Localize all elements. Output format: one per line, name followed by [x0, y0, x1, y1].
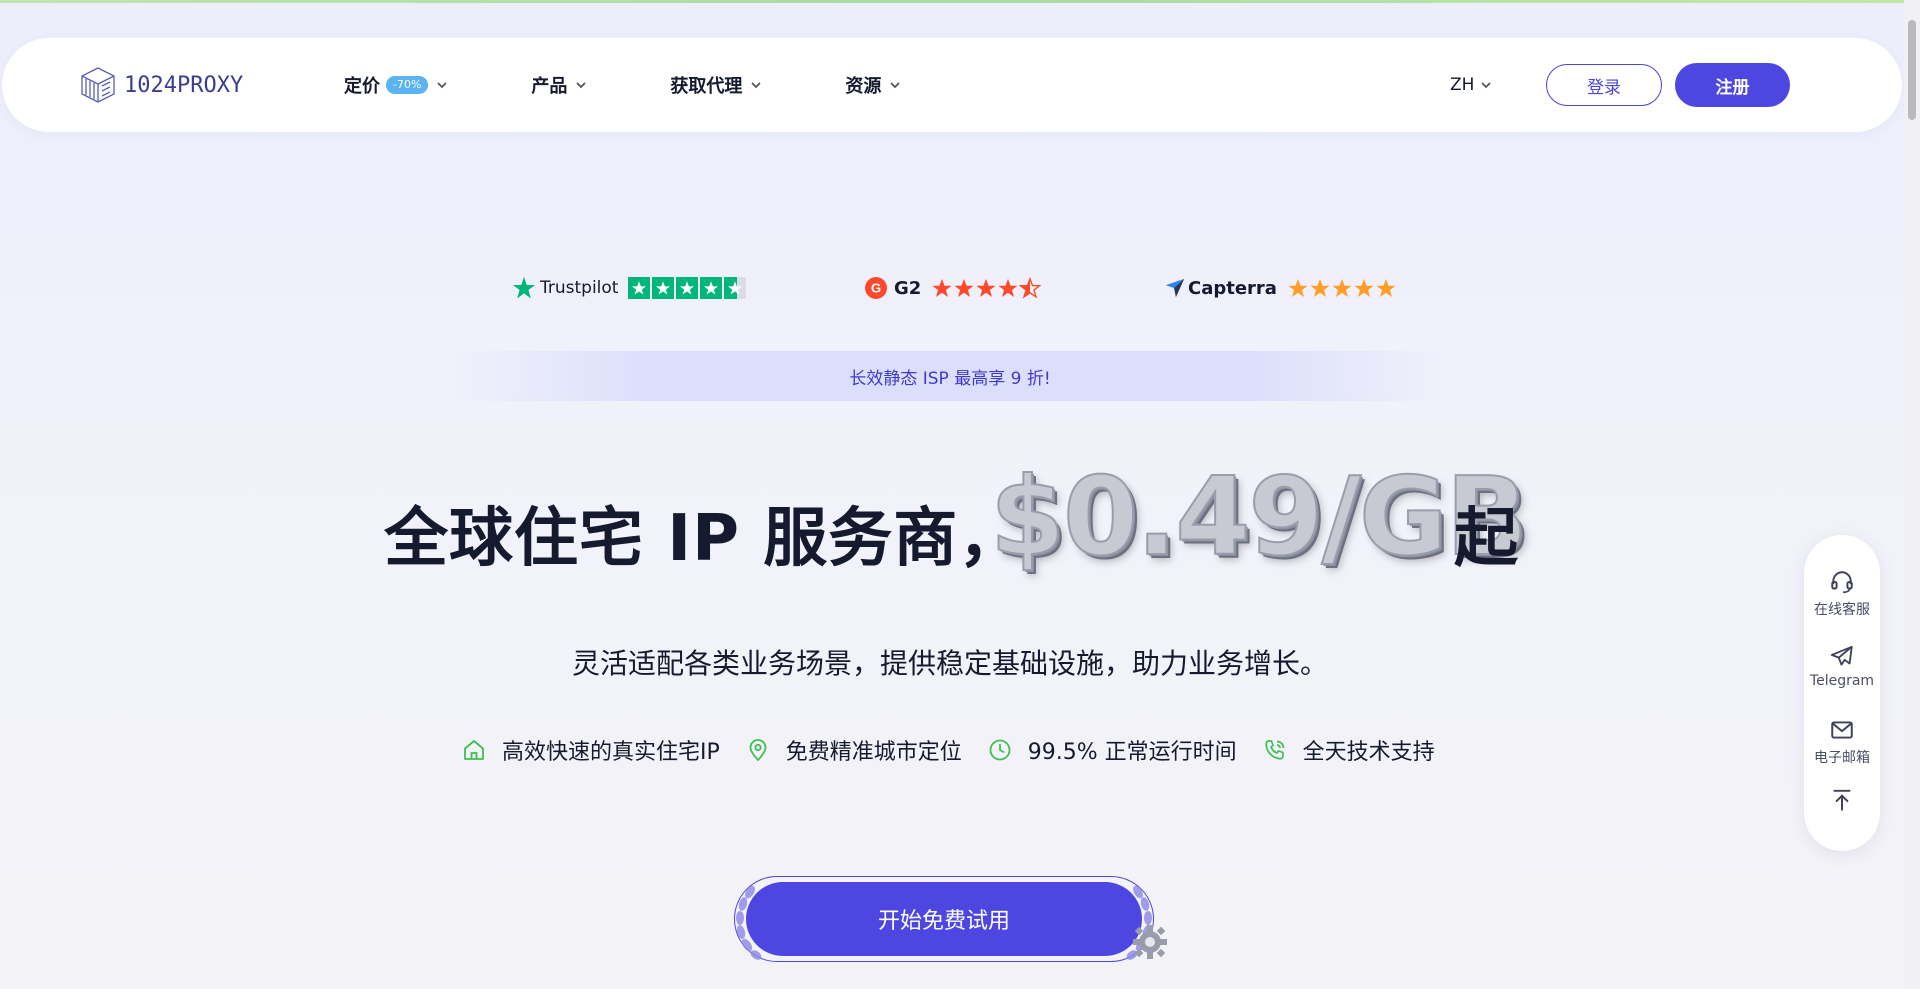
star-icon [998, 278, 1018, 297]
headset-icon [1831, 571, 1853, 594]
feature-label: 全天技术支持 [1302, 740, 1435, 765]
side-item-email[interactable]: 电子邮箱 [1804, 717, 1880, 767]
feature-item: 免费精准城市定位 [746, 734, 962, 766]
hero-title-suffix: 起 [1454, 502, 1518, 576]
nav-item-label: 资源 [845, 76, 882, 97]
half-star-icon [1019, 277, 1042, 299]
side-item-label: Telegram [1809, 673, 1875, 689]
hero-subtitle: 灵活适配各类业务场景，提供稳定基础设施，助力业务增长。 [571, 647, 1328, 680]
discount-badge: -70% [386, 76, 429, 94]
chevron-down-icon [752, 82, 761, 89]
mail-icon [1831, 721, 1853, 739]
star-icon [1376, 278, 1396, 297]
nav-item-products[interactable]: 产品 [531, 72, 586, 98]
location-pin-icon [749, 739, 767, 762]
back-to-top-icon [1833, 789, 1851, 811]
feature-item: 99.5% 正常运行时间 [988, 734, 1237, 766]
rating-name: Trustpilot [540, 278, 619, 298]
star-icon [724, 277, 747, 299]
clock-icon [989, 739, 1011, 761]
hero-title: 全球住宅 IP 服务商， [384, 502, 1024, 576]
logo-number: 1024 [124, 72, 177, 98]
login-button[interactable]: 登录 [1546, 64, 1662, 106]
header: 1024PROXY 定价 -70% 产品 获取代理 资源 ZH 登录 注册 [2, 38, 1902, 132]
star-icon [1354, 278, 1374, 297]
star-icon [700, 277, 723, 299]
logo-text: 1024PROXY [124, 73, 243, 98]
trustpilot-star-icon [513, 277, 535, 299]
chevron-down-icon [1482, 82, 1491, 89]
rating-name: Capterra [1188, 277, 1277, 299]
promo-banner[interactable]: 长效静态 ISP 最高享 9 折! [450, 351, 1450, 401]
main-nav: 定价 -70% 产品 获取代理 资源 [344, 38, 900, 132]
side-item-telegram[interactable]: Telegram [1804, 643, 1880, 689]
feature-list: 高效快速的真实住宅IP 免费精准城市定位 99.5% 正常运行时间 全天技术支持 [462, 732, 1461, 768]
language-selector[interactable]: ZH [1450, 38, 1491, 132]
nav-item-label: 获取代理 [670, 76, 743, 97]
start-free-trial-button[interactable]: 开始免费试用 [746, 882, 1142, 956]
logo[interactable]: 1024PROXY [78, 64, 243, 106]
nav-item-pricing[interactable]: 定价 -70% [344, 72, 447, 98]
g2-logo-icon: G [865, 277, 887, 299]
logo-word: PROXY [176, 72, 244, 98]
cta-wrapper: 开始免费试用 [732, 874, 1167, 964]
star-icon [932, 278, 952, 297]
rating-capterra[interactable]: Capterra [1164, 270, 1397, 306]
hero-headline: 全球住宅 IP 服务商， $0.49/GB 起 [0, 454, 1920, 595]
back-to-top-button[interactable] [1804, 787, 1880, 813]
scrollbar-thumb[interactable] [1908, 20, 1916, 120]
feature-label: 高效快速的真实住宅IP [502, 740, 720, 765]
home-icon [464, 740, 484, 760]
svg-text:G: G [871, 281, 881, 296]
rating-trustpilot[interactable]: Trustpilot [512, 270, 748, 306]
side-item-label: 电子邮箱 [1814, 750, 1870, 766]
logo-icon [81, 67, 115, 103]
nav-item-label: 产品 [531, 76, 568, 97]
side-item-label: 在线客服 [1814, 602, 1870, 618]
star-icon [652, 277, 675, 299]
rating-name: G2 [894, 277, 922, 299]
telegram-icon [1830, 645, 1853, 666]
star-icon [676, 277, 699, 299]
star-icon [1332, 278, 1352, 297]
feature-label: 99.5% 正常运行时间 [1027, 740, 1237, 765]
star-icon [976, 278, 996, 297]
star-icon [1310, 278, 1330, 297]
feature-item: 全天技术支持 [1263, 734, 1435, 766]
nav-item-label: 定价 [344, 76, 380, 97]
top-accent-line [0, 0, 1920, 3]
rating-g2[interactable]: G G2 [864, 270, 1042, 306]
nav-item-get-proxy[interactable]: 获取代理 [670, 72, 761, 98]
hero-price: $0.49/GB [989, 454, 1529, 581]
g2-stars [931, 277, 1042, 299]
star-icon [1288, 278, 1308, 297]
star-icon [628, 277, 651, 299]
nav-item-resources[interactable]: 资源 [845, 72, 900, 98]
gear-icon [1133, 925, 1167, 959]
signup-button[interactable]: 注册 [1675, 63, 1790, 107]
feature-label: 免费精准城市定位 [785, 740, 962, 765]
side-contact-panel: 在线客服 Telegram 电子邮箱 [1804, 535, 1880, 851]
ratings-row: Trustpilot G G2 Capterra [0, 270, 1920, 306]
page-scrollbar[interactable] [1904, 0, 1920, 989]
chevron-down-icon [891, 82, 900, 89]
language-label: ZH [1450, 75, 1475, 95]
chevron-down-icon [577, 82, 586, 89]
star-icon [954, 278, 974, 297]
capterra-stars [1287, 277, 1397, 299]
chevron-down-icon [438, 82, 447, 89]
trustpilot-stars [628, 277, 748, 299]
side-item-support[interactable]: 在线客服 [1804, 569, 1880, 619]
capterra-logo-icon [1165, 278, 1185, 298]
phone-icon [1265, 740, 1285, 760]
feature-item: 高效快速的真实住宅IP [462, 734, 720, 766]
